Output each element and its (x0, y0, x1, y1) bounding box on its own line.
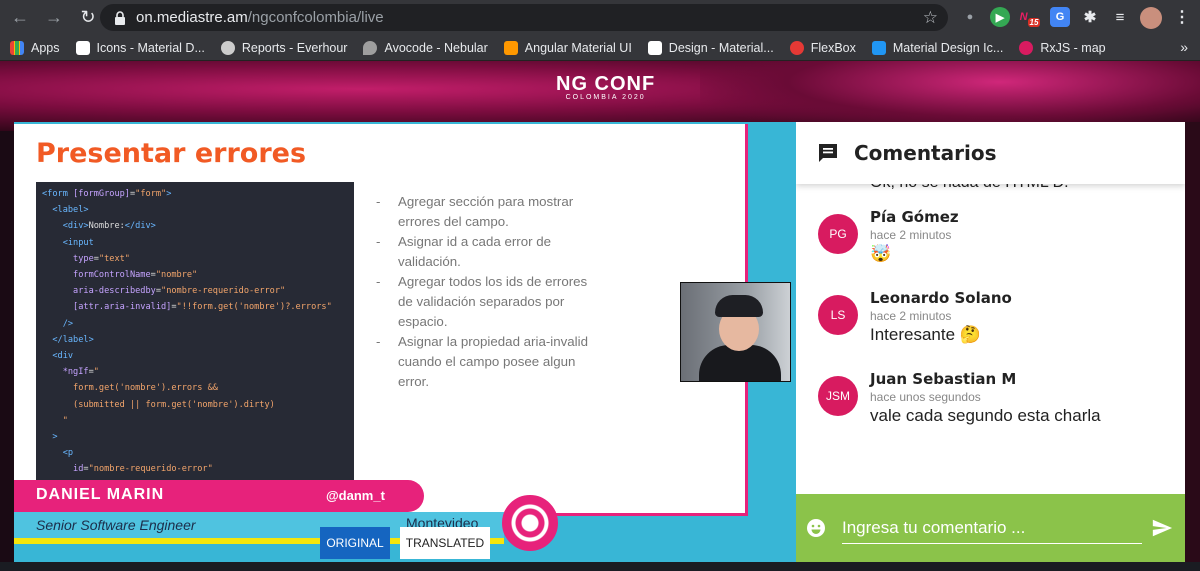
bookmark-star-icon[interactable]: ☆ (923, 8, 938, 28)
bookmark-rxjs[interactable]: RxJS - map (1019, 40, 1106, 55)
menu-kebab-icon[interactable]: ⋮ (1172, 7, 1192, 27)
logo-title: NG CONF (556, 73, 656, 95)
stream-page: NG CONF COLOMBIA 2020 Presentar errores … (0, 61, 1200, 571)
translate-icon[interactable]: G (1050, 7, 1070, 27)
everhour-icon (220, 40, 235, 55)
apps-grid-icon (10, 40, 24, 55)
ngconf-emblem-icon (502, 495, 558, 551)
presentation-slide: Presentar errores <form [formGroup]="for… (14, 124, 748, 516)
bookmark-angular-material[interactable]: Angular Material UI (503, 40, 632, 55)
comment-timestamp: hace unos segundos (870, 390, 981, 404)
bookmark-flexbox[interactable]: FlexBox (789, 40, 856, 55)
bookmark-everhour[interactable]: Reports - Everhour (220, 40, 348, 55)
speaker-name: DANIEL MARIN (36, 486, 165, 503)
comment-timestamp: hace 2 minutos (870, 228, 952, 242)
comments-title: Comentarios (854, 141, 997, 165)
bookmark-label: Material Design Ic... (892, 40, 1004, 55)
angular-icon (503, 40, 518, 55)
media-control-icon[interactable]: ≡ (1110, 7, 1130, 27)
code-snippet: <form [formGroup]="form"> <label> <div>N… (36, 182, 354, 487)
forward-icon[interactable]: → (40, 4, 68, 32)
url-path: /ngconfcolombia/live (247, 9, 384, 26)
back-icon[interactable]: ← (6, 4, 34, 32)
lock-icon (115, 10, 125, 25)
comment-author: Juan Sebastian M (870, 370, 1017, 388)
slide-bullet-list: Agregar sección para mostrar errores del… (374, 192, 594, 392)
original-audio-button[interactable]: ORIGINAL (320, 527, 390, 559)
bookmark-label: Design - Material... (668, 40, 774, 55)
slide-bullet: Agregar todos los ids de errores de vali… (374, 272, 594, 332)
comments-header: Comentarios (796, 122, 1185, 184)
extension-play-icon[interactable]: ▶ (990, 7, 1010, 27)
avatar: JSM (818, 376, 858, 416)
comment-author: Pía Gómez (870, 208, 959, 226)
send-icon[interactable] (1151, 517, 1173, 539)
emoji-icon[interactable] (806, 518, 826, 538)
extension-shield-icon[interactable]: ● (960, 7, 980, 27)
extension-badge-icon[interactable]: N 15 (1020, 7, 1041, 27)
profile-avatar[interactable] (1140, 7, 1162, 29)
page-icon (75, 40, 90, 55)
browser-toolbar: ← → ↻ on.mediastre.am/ngconfcolombia/liv… (0, 0, 1200, 35)
bookmark-avocode[interactable]: Avocode - Nebular (363, 40, 488, 55)
speaker-name-banner: DANIEL MARIN @danm_t (14, 480, 424, 512)
speaker-role: Senior Software Engineer (36, 517, 196, 533)
comment-author: Leonardo Solano (870, 289, 1012, 307)
bookmark-label: RxJS - map (1040, 40, 1106, 55)
bookmark-label: Apps (31, 40, 60, 55)
avatar: PG (818, 214, 858, 254)
material-icons-icon (871, 40, 886, 55)
comment-input[interactable] (842, 512, 1142, 544)
bookmark-apps[interactable]: Apps (10, 40, 60, 55)
rxjs-icon (1019, 40, 1034, 55)
bookmark-label: Avocode - Nebular (384, 40, 488, 55)
avocode-icon (363, 40, 378, 55)
comment-timestamp: hace 2 minutos (870, 309, 952, 323)
bookmark-label: Icons - Material D... (96, 40, 205, 55)
extensions-puzzle-icon[interactable]: ✱ (1080, 7, 1100, 27)
extension-badge-count: 15 (1027, 17, 1041, 27)
bookmark-label: Angular Material UI (524, 40, 632, 55)
ngconf-logo: NG CONF COLOMBIA 2020 (556, 73, 655, 101)
page-footer-strip (0, 562, 1200, 571)
bookmark-label: FlexBox (810, 40, 856, 55)
comment-composer (796, 494, 1185, 562)
logo-subtitle: COLOMBIA 2020 (565, 94, 646, 101)
bookmarks-overflow-icon[interactable]: » (1180, 39, 1188, 55)
stage-lights (700, 61, 1200, 131)
bookmark-label: Reports - Everhour (241, 40, 348, 55)
comment-text: Interesante 🤔 (870, 325, 981, 344)
page-margin (1185, 122, 1200, 562)
address-bar[interactable]: on.mediastre.am/ngconfcolombia/live ☆ (100, 4, 948, 31)
slide-bullet: Asignar id a cada error de validación. (374, 232, 594, 272)
slide-bullet: Asignar la propiedad aria-invalid cuando… (374, 332, 594, 392)
translated-audio-button[interactable]: TRANSLATED (400, 527, 490, 559)
flexbox-icon (789, 40, 804, 55)
speaker-handle: @danm_t (326, 488, 385, 503)
bookmark-design-material[interactable]: Design - Material... (647, 40, 774, 55)
slide-title: Presentar errores (36, 138, 307, 169)
speaker-cap (715, 295, 763, 317)
page-icon (647, 40, 662, 55)
comment-icon (819, 144, 837, 162)
avatar: LS (818, 295, 858, 335)
comment-text: 🤯 (870, 244, 892, 263)
video-player[interactable]: Presentar errores <form [formGroup]="for… (14, 122, 796, 562)
slide-bullet: Agregar sección para mostrar errores del… (374, 192, 594, 232)
speaker-webcam (680, 282, 791, 382)
bookmark-material-icons[interactable]: Material Design Ic... (871, 40, 1004, 55)
reload-icon[interactable]: ↻ (74, 4, 102, 32)
bookmark-icons-material[interactable]: Icons - Material D... (75, 40, 205, 55)
bookmarks-bar: Apps Icons - Material D... Reports - Eve… (0, 35, 1200, 61)
comment-text: vale cada segundo esta charla (870, 406, 1101, 425)
url-host: on.mediastre.am (136, 9, 248, 26)
